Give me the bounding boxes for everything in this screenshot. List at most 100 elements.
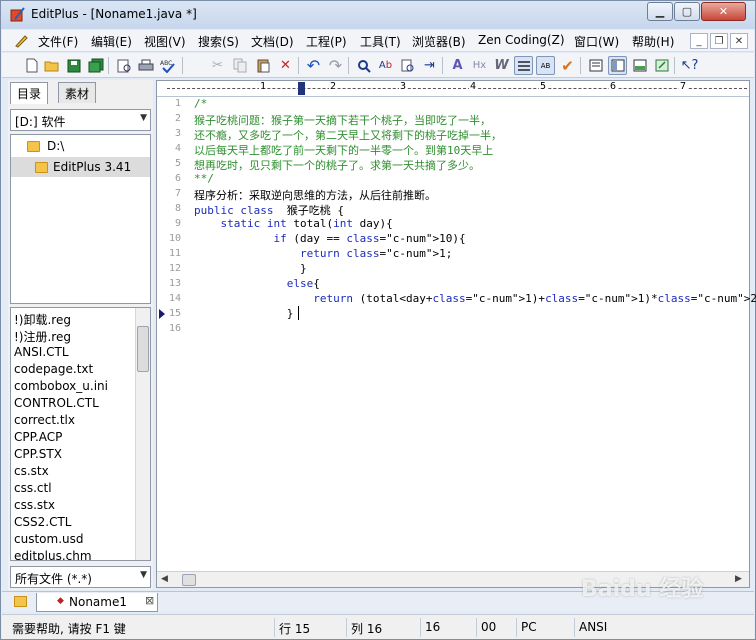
- word-wrap-icon[interactable]: W: [492, 56, 511, 75]
- line-number-icon[interactable]: [514, 56, 533, 75]
- cliptext-window-icon[interactable]: [630, 56, 649, 75]
- print-icon[interactable]: [136, 56, 155, 75]
- close-button[interactable]: ✕: [701, 2, 746, 21]
- open-folder-icon[interactable]: [42, 56, 61, 75]
- column-select-icon[interactable]: AB: [536, 56, 555, 75]
- status-line: 行 15: [274, 618, 346, 637]
- scroll-left-icon[interactable]: ◀: [161, 574, 168, 584]
- status-char-code: 00: [476, 618, 516, 637]
- save-icon[interactable]: [64, 56, 83, 75]
- line-number: 16: [168, 323, 181, 334]
- mdi-minimize-button[interactable]: _: [690, 33, 708, 49]
- file-list-item[interactable]: ANSI.CTL: [14, 345, 69, 359]
- minimize-button[interactable]: ▁: [647, 2, 673, 21]
- code-editor[interactable]: 1234567 ◀ ▶ 1/* 2 猴子吃桃问题：猴子第一天摘下若干个桃子，当即吃了…: [156, 80, 756, 588]
- new-file-icon[interactable]: [22, 56, 41, 75]
- scrollbar-thumb[interactable]: [182, 574, 196, 586]
- paste-icon[interactable]: [254, 56, 273, 75]
- save-all-icon[interactable]: [86, 56, 105, 75]
- font-icon[interactable]: A: [448, 56, 467, 75]
- file-list-item[interactable]: css.stx: [14, 498, 55, 512]
- ruler-cursor-marker: [298, 82, 305, 95]
- find-in-files-icon[interactable]: [398, 56, 417, 75]
- goto-icon[interactable]: ⇥: [420, 56, 439, 75]
- menu-zen-coding[interactable]: Zen Coding(Z): [478, 33, 565, 47]
- code-line: public class 猴子吃桃 {: [194, 204, 344, 217]
- spell-check-icon[interactable]: ABC: [158, 56, 177, 75]
- file-list-item[interactable]: codepage.txt: [14, 362, 93, 376]
- replace-icon[interactable]: Ab: [376, 56, 395, 75]
- doc-tab-label: Noname1: [69, 595, 127, 609]
- document-pen-icon[interactable]: [14, 33, 28, 49]
- mdi-close-button[interactable]: ✕: [730, 33, 748, 49]
- check-icon[interactable]: ✔: [558, 56, 577, 75]
- file-list-item[interactable]: correct.tlx: [14, 413, 75, 427]
- toolbar: ABC ✂ ✕ ↶ ↷ Ab ⇥ A Hx W AB ✔ ↖?: [2, 53, 754, 78]
- chevron-down-icon: ▼: [140, 113, 147, 123]
- scrollbar-thumb[interactable]: [137, 326, 149, 372]
- tab-directory[interactable]: 目录: [10, 82, 49, 104]
- file-list-item[interactable]: css.ctl: [14, 481, 52, 495]
- menu-project[interactable]: 工程(P): [306, 33, 347, 50]
- help-pointer-icon[interactable]: ↖?: [680, 56, 699, 75]
- copy-icon[interactable]: [230, 56, 249, 75]
- menu-document[interactable]: 文档(D): [251, 33, 294, 50]
- file-list-item[interactable]: CSS2.CTL: [14, 515, 71, 529]
- line-number: 7: [174, 188, 181, 199]
- file-list-item[interactable]: combobox_u.ini: [14, 379, 108, 393]
- mdi-restore-button[interactable]: ❐: [710, 33, 728, 49]
- delete-icon[interactable]: ✕: [276, 56, 295, 75]
- cut-icon[interactable]: ✂: [208, 56, 227, 75]
- menu-view[interactable]: 视图(V): [144, 33, 186, 50]
- code-line: }: [194, 262, 307, 275]
- hex-icon[interactable]: Hx: [470, 56, 489, 75]
- line-number: 12: [168, 263, 181, 274]
- menu-file[interactable]: 文件(F): [38, 33, 78, 50]
- menu-edit[interactable]: 编辑(E): [91, 33, 132, 50]
- tree-item-drive[interactable]: D:\: [47, 139, 64, 153]
- scroll-right-icon[interactable]: ▶: [735, 574, 742, 584]
- maximize-button[interactable]: ▢: [674, 2, 700, 21]
- code-line: 还不瘾，又多吃了一个，第二天早上又将剩下的桃子吃掉一半，: [194, 129, 502, 142]
- folder-icon[interactable]: [14, 596, 27, 607]
- menu-search[interactable]: 搜索(S): [198, 33, 239, 50]
- menu-tools[interactable]: 工具(T): [360, 33, 401, 50]
- fullscreen-icon[interactable]: [652, 56, 671, 75]
- menu-window[interactable]: 窗口(W): [574, 33, 619, 50]
- tab-cliptext[interactable]: 素材: [58, 82, 97, 103]
- file-list-item[interactable]: CPP.ACP: [14, 430, 62, 444]
- column-ruler: 1 2 3 4 5 6 7: [157, 81, 749, 97]
- undo-icon[interactable]: ↶: [304, 56, 323, 75]
- menu-help[interactable]: 帮助(H): [632, 33, 674, 50]
- doc-tab-noname1[interactable]: ◆ Noname1 ⊠: [36, 593, 158, 612]
- line-number: 14: [168, 293, 181, 304]
- drive-select[interactable]: [D:] 软件 ▼: [10, 109, 151, 131]
- line-number: 8: [174, 203, 181, 214]
- ruler-number: 4: [469, 81, 478, 92]
- redo-icon[interactable]: ↷: [326, 56, 345, 75]
- file-list-item[interactable]: CONTROL.CTL: [14, 396, 99, 410]
- find-icon[interactable]: [354, 56, 373, 75]
- file-list-item[interactable]: !)卸载.reg: [14, 311, 71, 328]
- svg-text:ABC: ABC: [160, 60, 172, 67]
- file-list-item[interactable]: custom.usd: [14, 532, 83, 546]
- code-line: static int total(int day){: [220, 217, 393, 230]
- tree-item-editplus[interactable]: EditPlus 3.41: [53, 160, 131, 174]
- code-line: /*: [194, 97, 208, 110]
- file-filter-select[interactable]: 所有文件 (*.*) ▼: [10, 566, 151, 588]
- file-list-item[interactable]: cs.stx: [14, 464, 49, 478]
- window-title: EditPlus - [Noname1.java *]: [31, 7, 197, 21]
- close-icon[interactable]: ⊠: [145, 594, 154, 607]
- output-window-icon[interactable]: [586, 56, 605, 75]
- text-cursor: [298, 306, 299, 320]
- toolbar-separator: [348, 57, 349, 74]
- file-filter-value: 所有文件 (*.*): [15, 572, 92, 586]
- file-list-item[interactable]: !)注册.reg: [14, 328, 71, 345]
- file-list-item[interactable]: editplus.chm: [14, 549, 92, 560]
- file-list-item[interactable]: CPP.STX: [14, 447, 62, 461]
- print-preview-icon[interactable]: [114, 56, 133, 75]
- menu-browser[interactable]: 浏览器(B): [412, 33, 466, 50]
- directory-window-icon[interactable]: [608, 56, 627, 75]
- status-column: 列 16: [346, 618, 420, 637]
- file-list-scrollbar[interactable]: [135, 308, 150, 560]
